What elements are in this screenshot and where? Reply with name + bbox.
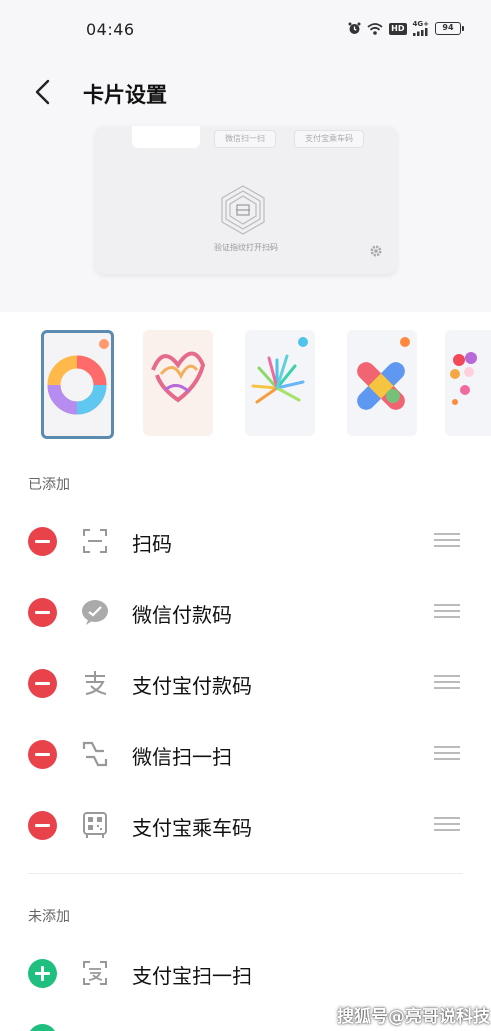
- item-label: 支付宝扫一扫: [132, 964, 252, 988]
- add-button[interactable]: [28, 959, 57, 988]
- ring-theme-art: [47, 339, 109, 415]
- drag-handle[interactable]: [434, 533, 462, 549]
- network-label: 4G+: [412, 20, 429, 28]
- preview-chip-alipay-bus: 支付宝乘车码: [294, 130, 364, 148]
- card-preview: 微信扫一扫 支付宝乘车码 验证指纹打开扫码: [95, 126, 397, 274]
- status-icons: HD 4G+ 94: [348, 20, 464, 36]
- theme-option-burst[interactable]: [245, 330, 315, 436]
- list-item-wechat-pay: 微信付款码: [0, 577, 491, 648]
- drag-handle[interactable]: [434, 746, 462, 762]
- alipay-scan-icon: [83, 961, 107, 985]
- item-label: 支付宝付款码: [132, 674, 252, 698]
- heart-ribbon-theme-art: [143, 330, 213, 436]
- item-label: 微信付款码: [132, 603, 232, 627]
- item-label: 支付宝乘车码: [132, 816, 252, 840]
- alarm-icon: [348, 22, 361, 34]
- alipay-icon: [85, 671, 107, 695]
- section-divider: [28, 873, 463, 874]
- watermark: 搜狐号@亮哥说科技: [337, 1007, 490, 1027]
- list-item-alipay-bus: 支付宝乘车码: [0, 790, 491, 861]
- list-item-alipay-scan: 支付宝扫一扫: [0, 938, 491, 1009]
- scan-frame-icon: [83, 529, 107, 553]
- item-label: 微信扫一扫: [132, 745, 232, 769]
- drag-handle[interactable]: [434, 675, 462, 691]
- list-item-scan: 扫码: [0, 506, 491, 577]
- fingerprint-scan-icon: [221, 185, 265, 235]
- drag-handle[interactable]: [434, 604, 462, 620]
- list-item-alipay-pay: 支付宝付款码: [0, 648, 491, 719]
- preview-chip-wechat-scan: 微信扫一扫: [214, 130, 276, 148]
- cross-theme-art: [347, 330, 417, 436]
- theme-option-cross[interactable]: [347, 330, 417, 436]
- signal-icon: [412, 28, 428, 36]
- remove-button[interactable]: [28, 527, 57, 556]
- status-bar: 04:46 HD 4G+ 94: [0, 0, 491, 62]
- signal-group: 4G+: [412, 20, 429, 36]
- theme-selector: [0, 312, 491, 452]
- remove-button[interactable]: [28, 811, 57, 840]
- remove-button[interactable]: [28, 598, 57, 627]
- remove-button[interactable]: [28, 669, 57, 698]
- item-label: 扫码: [132, 532, 172, 556]
- header: 卡片设置: [0, 62, 491, 122]
- remove-button[interactable]: [28, 740, 57, 769]
- battery-indicator: 94: [435, 22, 464, 35]
- chevron-left-icon[interactable]: [28, 76, 60, 108]
- preview-hint: 验证指纹打开扫码: [214, 243, 278, 252]
- list-item-wechat-scan: 微信扫一扫: [0, 719, 491, 790]
- wifi-icon: [367, 22, 383, 35]
- theme-option-heart-ribbon[interactable]: [143, 330, 213, 436]
- theme-option-dots[interactable]: [445, 330, 491, 436]
- theme-option-ring[interactable]: [41, 330, 114, 439]
- gear-icon[interactable]: [369, 244, 383, 258]
- preview-notch: [132, 126, 200, 148]
- dots-theme-art: [445, 330, 491, 436]
- wechat-scan-icon: [82, 741, 108, 767]
- burst-theme-art: [245, 330, 315, 436]
- drag-handle[interactable]: [434, 817, 462, 833]
- hd-badge: HD: [389, 22, 407, 35]
- section-label-not-added: 未添加: [28, 909, 70, 925]
- add-button-partial[interactable]: [28, 1024, 57, 1031]
- qr-bus-icon: [83, 812, 107, 838]
- status-time: 04:46: [86, 20, 135, 39]
- section-label-added: 已添加: [28, 477, 70, 493]
- card-preview-area: 微信扫一扫 支付宝乘车码 验证指纹打开扫码: [0, 122, 491, 312]
- wechat-icon: [82, 600, 108, 625]
- page-title: 卡片设置: [83, 83, 167, 107]
